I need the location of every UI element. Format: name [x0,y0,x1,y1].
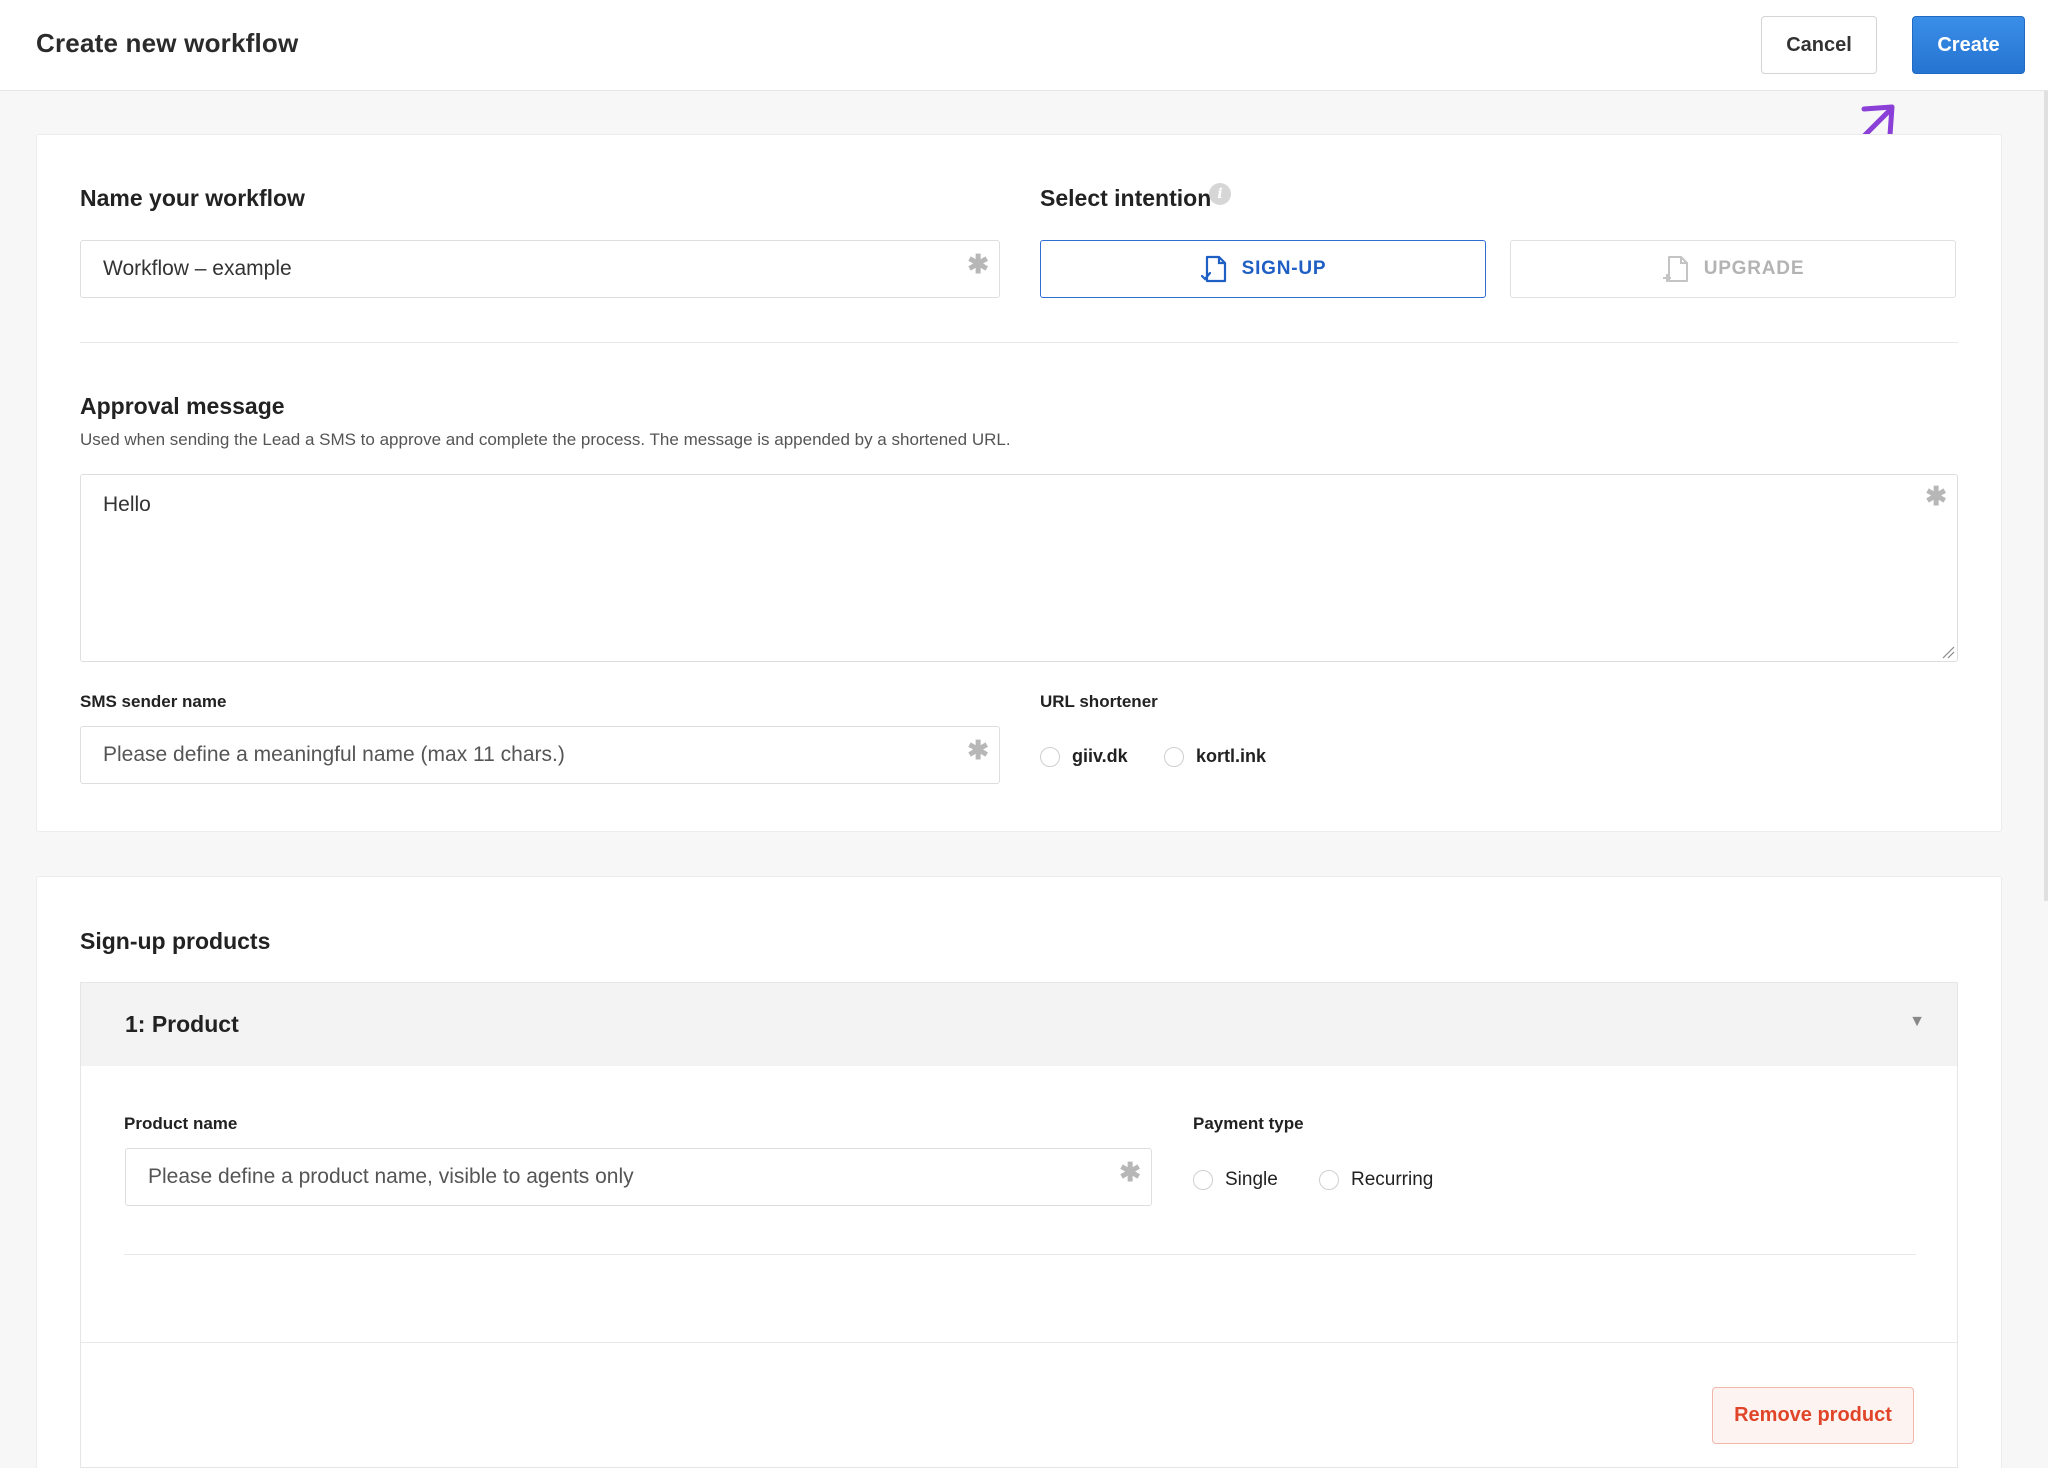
required-icon: ✱ [967,735,989,765]
sms-sender-input[interactable]: Please define a meaningful name (max 11 … [80,726,1000,784]
url-option-label: kortl.ink [1196,746,1267,766]
scrollbar[interactable] [2044,91,2048,901]
payment-option-label: Single [1225,1169,1278,1190]
product-accordion-header[interactable]: 1: Product ▼ [80,982,1958,1066]
payment-option-single[interactable]: Single [1193,1169,1278,1191]
intention-label: Select intention [1040,185,1212,211]
radio-icon[interactable] [1040,746,1060,767]
intention-signup-label: SIGN-UP [1241,258,1327,279]
divider [124,1254,1916,1255]
top-bar: Create new workflow Cancel Create [0,0,2048,91]
product-accordion-body [80,1066,1958,1468]
url-option-label: giiv.dk [1072,746,1128,766]
required-icon: ✱ [1925,481,1947,511]
product-name-label: Product name [124,1114,238,1133]
approval-message-value: Hello [103,493,151,516]
required-icon: ✱ [967,249,989,279]
product-name-placeholder: Please define a product name, visible to… [148,1165,634,1188]
product-name-input[interactable]: Please define a product name, visible to… [125,1148,1152,1206]
sms-sender-placeholder: Please define a meaningful name (max 11 … [103,743,565,766]
radio-icon[interactable] [1319,1170,1339,1190]
product-header-title: 1: Product [125,1011,239,1037]
payment-type-label: Payment type [1193,1114,1304,1133]
divider [81,1342,1957,1343]
approval-title: Approval message [80,393,285,419]
url-shortener-label: URL shortener [1040,692,1158,711]
required-icon: ✱ [1119,1157,1141,1187]
divider [80,342,1958,343]
document-check-icon [1200,255,1226,283]
approval-help-text: Used when sending the Lead a SMS to appr… [80,430,1011,449]
workflow-name-label: Name your workflow [80,185,305,211]
intention-upgrade-button[interactable]: UPGRADE [1510,240,1956,298]
intention-upgrade-label: UPGRADE [1703,258,1805,279]
chevron-down-icon[interactable]: ▼ [1909,1013,1925,1031]
approval-message-textarea[interactable]: Hello ✱ [80,474,1958,662]
remove-product-button[interactable]: Remove product [1712,1387,1914,1444]
radio-icon[interactable] [1193,1170,1213,1190]
info-icon[interactable]: i [1209,183,1231,205]
create-button[interactable]: Create [1912,16,2025,74]
url-option-kortl[interactable]: kortl.ink [1164,746,1266,767]
radio-icon[interactable] [1164,746,1184,767]
intention-signup-button[interactable]: SIGN-UP [1040,240,1486,298]
sms-sender-label: SMS sender name [80,692,227,711]
payment-option-label: Recurring [1351,1169,1434,1190]
workflow-name-value: Workflow – example [103,257,292,280]
workflow-name-input[interactable]: Workflow – example ✱ [80,240,1000,298]
resize-handle-icon[interactable] [1941,645,1955,659]
cancel-button[interactable]: Cancel [1761,16,1877,74]
document-plus-icon [1662,256,1688,282]
payment-option-recurring[interactable]: Recurring [1319,1169,1433,1191]
url-option-giiv[interactable]: giiv.dk [1040,746,1128,767]
products-title: Sign-up products [80,928,271,954]
page-title: Create new workflow [36,28,299,58]
